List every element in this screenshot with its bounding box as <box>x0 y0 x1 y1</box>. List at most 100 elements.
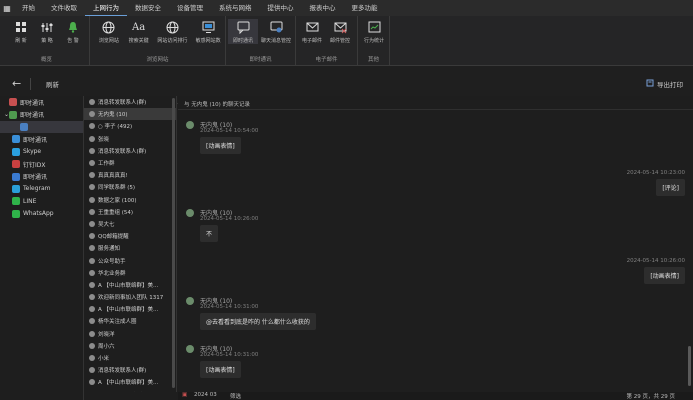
year-selector[interactable]: 2024 03 <box>194 392 217 398</box>
browse-websites-button[interactable]: 浏览网站 <box>94 19 124 44</box>
contact-item[interactable]: A 【中山市联络群】美... <box>84 279 176 291</box>
refresh-button[interactable]: 刷 新 <box>8 19 34 44</box>
behavior-stats-button[interactable]: 行为统计 <box>360 19 388 44</box>
contact-item[interactable]: 同学联系群 (5) <box>84 181 176 193</box>
contact-item[interactable]: 真真真真真! <box>84 169 176 181</box>
message-bubble[interactable]: 不 <box>200 225 219 242</box>
contact-item[interactable]: A 【中山市联络群】美... <box>84 389 176 392</box>
bell-icon <box>65 19 81 35</box>
search-keywords-button[interactable]: Aa 搜索关键 <box>124 19 154 45</box>
user-avatar-icon <box>89 233 95 240</box>
menu-more-features[interactable]: 更多功能 <box>344 0 386 16</box>
menu-data-security[interactable]: 数据安全 <box>127 0 169 16</box>
mail-control-button[interactable]: 邮件管控 <box>326 19 354 44</box>
menu-device-management[interactable]: 设备管理 <box>169 0 211 16</box>
app-icon <box>12 197 20 206</box>
menu-online-behavior[interactable]: 上网行为 <box>85 0 127 16</box>
message-timestamp: 2024-05-14 10:31:00 <box>200 304 259 310</box>
user-avatar-icon <box>89 111 95 118</box>
back-arrow-icon[interactable]: ← <box>12 77 21 90</box>
export-print-button[interactable]: 导出打印 <box>646 79 683 89</box>
contact-name: 服务通知 <box>98 246 121 253</box>
chat-scrollbar[interactable] <box>688 346 691 386</box>
menu-start[interactable]: 开始 <box>14 0 43 16</box>
message-bubble[interactable]: [动画表情] <box>644 267 685 284</box>
contact-item[interactable]: A 【中山市联络群】美... <box>84 376 176 388</box>
contact-item[interactable]: A 【中山市联络群】美... <box>84 303 176 315</box>
tree-item-label: WhatsApp <box>23 210 54 218</box>
contact-item[interactable]: 张晓 <box>84 133 176 145</box>
ribbon-group-web-browsing: 浏览网站 Aa 搜索关键 网站访问排行 敏感网站数 浏览网站 <box>90 16 226 66</box>
sensitive-sites-button[interactable]: 敏感网站数 <box>191 19 225 44</box>
user-avatar-icon <box>89 318 95 325</box>
contact-item[interactable]: 周小六 <box>84 340 176 352</box>
instant-messaging-button[interactable]: 即时通讯 <box>228 19 258 44</box>
contact-item[interactable]: 消息转发联系人(群) <box>84 145 176 157</box>
contact-list-scrollbar[interactable] <box>172 98 175 388</box>
message-bubble[interactable]: @去看看到底是咋的 什么都什么收获的 <box>200 313 316 330</box>
ribbon-toolbar: 刷 新 策 略 告 警 概览 浏览网站 Aa 搜索关键 网站访问排行 敏感网站数… <box>0 16 693 66</box>
tree-item[interactable]: 即时通讯 <box>0 170 83 182</box>
user-avatar-icon <box>89 281 95 288</box>
contact-name: A 【中山市联络群】美... <box>98 282 159 289</box>
alert-button[interactable]: 告 警 <box>60 19 86 44</box>
tree-item[interactable] <box>0 120 83 134</box>
menu-provide-center[interactable]: 提供中心 <box>260 0 302 16</box>
refresh-link[interactable]: 刷新 <box>46 79 59 89</box>
chat-control-label: 聊天消息管控 <box>260 38 291 44</box>
tree-item[interactable]: ⌄ 即时通讯 <box>0 108 83 120</box>
policy-button[interactable]: 策 略 <box>34 19 60 44</box>
filter-button[interactable]: 筛选 <box>230 392 241 400</box>
sender-avatar[interactable] <box>186 345 194 353</box>
contact-name: 消息转发联系人(群) <box>98 148 147 155</box>
calendar-icon[interactable]: ▣ <box>182 392 187 398</box>
contact-item[interactable]: 刘晓洋 <box>84 328 176 340</box>
contact-name: 无内鬼 (10) <box>98 112 128 119</box>
contact-item[interactable]: 杨华关注成人圈 <box>84 315 176 327</box>
sender-avatar[interactable] <box>186 121 194 129</box>
tree-item[interactable]: LINE <box>0 195 83 207</box>
contact-item[interactable]: 公众号助手 <box>84 254 176 266</box>
contact-item[interactable]: 服务通知 <box>84 242 176 254</box>
chat-control-button[interactable]: 聊天消息管控 <box>258 19 294 44</box>
message-bubble[interactable]: [评论] <box>656 179 685 196</box>
contact-item[interactable]: 工作群 <box>84 157 176 169</box>
envelope-x-icon <box>332 19 348 35</box>
menu-file-receive[interactable]: 文件收取 <box>43 0 85 16</box>
contact-item[interactable]: QQ邮箱提醒 <box>84 230 176 242</box>
tree-item-label: Skype <box>23 148 42 156</box>
message-timestamp: 2024-05-14 10:23:00 <box>626 170 685 176</box>
contact-item[interactable]: 数据之家 (100) <box>84 194 176 206</box>
contact-item[interactable]: 无内鬼 (10) <box>84 108 176 121</box>
contact-item[interactable]: 消息转发联系人(群) <box>84 364 176 376</box>
website-ranking-button[interactable]: 网站访问排行 <box>154 19 192 44</box>
contact-item[interactable]: 消息转发联系人(群) <box>84 96 176 108</box>
contact-item[interactable]: 欢迎新同事加入团队 1317 <box>84 291 176 303</box>
chat-message: 无内鬼 (10) 2024-05-14 10:26:00 不 <box>178 204 693 244</box>
contact-item[interactable]: 小米 <box>84 352 176 364</box>
tree-item[interactable]: 钉钉IDX <box>0 158 83 170</box>
refresh-button-label: 刷 新 <box>15 38 27 44</box>
menu-report-center[interactable]: 报表中心 <box>302 0 344 16</box>
tree-item[interactable]: Skype <box>0 146 83 158</box>
contact-item[interactable]: 王重重组 (54) <box>84 206 176 218</box>
message-bubble[interactable]: [动画表情] <box>200 137 241 154</box>
contact-name: 张晓 <box>98 136 110 143</box>
email-button[interactable]: 电子邮件 <box>298 19 326 44</box>
tree-item[interactable]: 即时通讯 <box>0 96 83 108</box>
contact-name: A 【中山市联络群】美... <box>98 307 159 314</box>
contact-item[interactable]: 华北业务群 <box>84 267 176 279</box>
contact-item[interactable]: ○ 李子 (492) <box>84 120 176 132</box>
app-menu-icon[interactable]: ▦ <box>0 0 14 16</box>
message-bubble[interactable]: [动画表情] <box>200 361 241 378</box>
menu-system-network[interactable]: 系统与网络 <box>211 0 260 16</box>
tree-item-label: Telegram <box>23 185 51 193</box>
contact-item[interactable]: 吴大七 <box>84 218 176 230</box>
tree-item[interactable]: 即时通讯 <box>0 133 83 145</box>
behavior-stats-label: 行为统计 <box>363 38 384 44</box>
sender-avatar[interactable] <box>186 297 194 305</box>
chat-header: 与 无内鬼 (10) 的聊天记录 <box>178 96 693 110</box>
sender-avatar[interactable] <box>186 209 194 217</box>
tree-item[interactable]: WhatsApp <box>0 208 83 220</box>
tree-item[interactable]: Telegram <box>0 183 83 195</box>
